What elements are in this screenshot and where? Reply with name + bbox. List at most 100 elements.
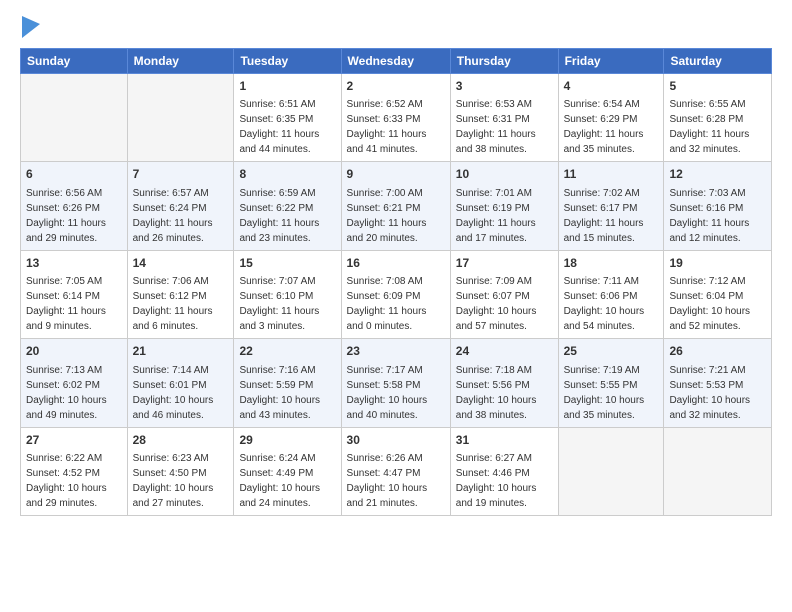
calendar-cell: 8 Sunrise: 6:59 AMSunset: 6:22 PMDaylight… bbox=[234, 162, 341, 250]
weekday-header-saturday: Saturday bbox=[664, 49, 772, 74]
day-number: 11 bbox=[564, 166, 659, 183]
calendar-cell: 11 Sunrise: 7:02 AMSunset: 6:17 PMDayligh… bbox=[558, 162, 664, 250]
day-info: Sunrise: 6:23 AMSunset: 4:50 PMDaylight:… bbox=[133, 451, 229, 511]
calendar-cell: 25 Sunrise: 7:19 AMSunset: 5:55 PMDayligh… bbox=[558, 339, 664, 427]
calendar-cell: 17 Sunrise: 7:09 AMSunset: 6:07 PMDayligh… bbox=[450, 250, 558, 338]
day-number: 2 bbox=[347, 78, 445, 95]
calendar-cell: 27 Sunrise: 6:22 AMSunset: 4:52 PMDayligh… bbox=[21, 427, 128, 515]
day-number: 31 bbox=[456, 432, 553, 449]
day-info: Sunrise: 7:16 AMSunset: 5:59 PMDaylight:… bbox=[239, 363, 335, 423]
day-number: 9 bbox=[347, 166, 445, 183]
day-info: Sunrise: 7:21 AMSunset: 5:53 PMDaylight:… bbox=[669, 363, 766, 423]
calendar-cell: 6 Sunrise: 6:56 AMSunset: 6:26 PMDaylight… bbox=[21, 162, 128, 250]
day-number: 30 bbox=[347, 432, 445, 449]
day-info: Sunrise: 6:59 AMSunset: 6:22 PMDaylight:… bbox=[239, 186, 335, 246]
calendar-cell bbox=[127, 74, 234, 162]
calendar-cell: 12 Sunrise: 7:03 AMSunset: 6:16 PMDayligh… bbox=[664, 162, 772, 250]
day-info: Sunrise: 6:22 AMSunset: 4:52 PMDaylight:… bbox=[26, 451, 122, 511]
day-info: Sunrise: 6:26 AMSunset: 4:47 PMDaylight:… bbox=[347, 451, 445, 511]
header bbox=[20, 16, 772, 38]
day-info: Sunrise: 7:09 AMSunset: 6:07 PMDaylight:… bbox=[456, 274, 553, 334]
day-info: Sunrise: 6:24 AMSunset: 4:49 PMDaylight:… bbox=[239, 451, 335, 511]
calendar-cell: 30 Sunrise: 6:26 AMSunset: 4:47 PMDayligh… bbox=[341, 427, 450, 515]
calendar-cell: 10 Sunrise: 7:01 AMSunset: 6:19 PMDayligh… bbox=[450, 162, 558, 250]
day-info: Sunrise: 6:55 AMSunset: 6:28 PMDaylight:… bbox=[669, 97, 766, 157]
day-number: 3 bbox=[456, 78, 553, 95]
day-info: Sunrise: 6:53 AMSunset: 6:31 PMDaylight:… bbox=[456, 97, 553, 157]
calendar-table: SundayMondayTuesdayWednesdayThursdayFrid… bbox=[20, 48, 772, 516]
day-number: 15 bbox=[239, 255, 335, 272]
day-number: 4 bbox=[564, 78, 659, 95]
calendar-cell: 15 Sunrise: 7:07 AMSunset: 6:10 PMDayligh… bbox=[234, 250, 341, 338]
calendar-cell: 1 Sunrise: 6:51 AMSunset: 6:35 PMDaylight… bbox=[234, 74, 341, 162]
day-info: Sunrise: 6:56 AMSunset: 6:26 PMDaylight:… bbox=[26, 186, 122, 246]
day-number: 16 bbox=[347, 255, 445, 272]
day-info: Sunrise: 6:57 AMSunset: 6:24 PMDaylight:… bbox=[133, 186, 229, 246]
calendar-cell: 26 Sunrise: 7:21 AMSunset: 5:53 PMDayligh… bbox=[664, 339, 772, 427]
day-number: 28 bbox=[133, 432, 229, 449]
calendar-cell: 13Sunrise: 7:05 AMSunset: 6:14 PMDayligh… bbox=[21, 250, 128, 338]
day-info: Sunrise: 7:08 AMSunset: 6:09 PMDaylight:… bbox=[347, 274, 445, 334]
day-number: 7 bbox=[133, 166, 229, 183]
day-number: 14 bbox=[133, 255, 229, 272]
calendar-cell bbox=[21, 74, 128, 162]
day-number: 6 bbox=[26, 166, 122, 183]
day-number: 27 bbox=[26, 432, 122, 449]
calendar-cell: 19Sunrise: 7:12 AMSunset: 6:04 PMDayligh… bbox=[664, 250, 772, 338]
day-info: Sunrise: 7:02 AMSunset: 6:17 PMDaylight:… bbox=[564, 186, 659, 246]
day-number: 8 bbox=[239, 166, 335, 183]
day-number: 13 bbox=[26, 255, 122, 272]
weekday-header-tuesday: Tuesday bbox=[234, 49, 341, 74]
day-info: Sunrise: 7:17 AMSunset: 5:58 PMDaylight:… bbox=[347, 363, 445, 423]
calendar-cell: 28 Sunrise: 6:23 AMSunset: 4:50 PMDayligh… bbox=[127, 427, 234, 515]
day-info: Sunrise: 7:14 AMSunset: 6:01 PMDaylight:… bbox=[133, 363, 229, 423]
calendar-cell: 7 Sunrise: 6:57 AMSunset: 6:24 PMDaylight… bbox=[127, 162, 234, 250]
calendar-cell: 21 Sunrise: 7:14 AMSunset: 6:01 PMDayligh… bbox=[127, 339, 234, 427]
day-info: Sunrise: 7:06 AMSunset: 6:12 PMDaylight:… bbox=[133, 274, 229, 334]
calendar-cell: 5 Sunrise: 6:55 AMSunset: 6:28 PMDaylight… bbox=[664, 74, 772, 162]
calendar-cell: 9 Sunrise: 7:00 AMSunset: 6:21 PMDaylight… bbox=[341, 162, 450, 250]
weekday-header-friday: Friday bbox=[558, 49, 664, 74]
calendar-cell: 20 Sunrise: 7:13 AMSunset: 6:02 PMDayligh… bbox=[21, 339, 128, 427]
calendar-cell bbox=[558, 427, 664, 515]
day-info: Sunrise: 6:27 AMSunset: 4:46 PMDaylight:… bbox=[456, 451, 553, 511]
day-info: Sunrise: 7:03 AMSunset: 6:16 PMDaylight:… bbox=[669, 186, 766, 246]
calendar-cell: 29Sunrise: 6:24 AMSunset: 4:49 PMDayligh… bbox=[234, 427, 341, 515]
weekday-header-sunday: Sunday bbox=[21, 49, 128, 74]
calendar-cell: 4Sunrise: 6:54 AMSunset: 6:29 PMDaylight… bbox=[558, 74, 664, 162]
day-number: 17 bbox=[456, 255, 553, 272]
logo-icon bbox=[22, 16, 40, 38]
day-number: 1 bbox=[239, 78, 335, 95]
day-info: Sunrise: 7:11 AMSunset: 6:06 PMDaylight:… bbox=[564, 274, 659, 334]
day-info: Sunrise: 7:07 AMSunset: 6:10 PMDaylight:… bbox=[239, 274, 335, 334]
day-number: 21 bbox=[133, 343, 229, 360]
day-info: Sunrise: 7:13 AMSunset: 6:02 PMDaylight:… bbox=[26, 363, 122, 423]
weekday-header-thursday: Thursday bbox=[450, 49, 558, 74]
day-number: 23 bbox=[347, 343, 445, 360]
day-number: 20 bbox=[26, 343, 122, 360]
calendar-cell bbox=[664, 427, 772, 515]
weekday-header-monday: Monday bbox=[127, 49, 234, 74]
day-number: 12 bbox=[669, 166, 766, 183]
day-info: Sunrise: 6:52 AMSunset: 6:33 PMDaylight:… bbox=[347, 97, 445, 157]
calendar-cell: 24 Sunrise: 7:18 AMSunset: 5:56 PMDayligh… bbox=[450, 339, 558, 427]
day-number: 10 bbox=[456, 166, 553, 183]
day-number: 24 bbox=[456, 343, 553, 360]
calendar-cell: 14 Sunrise: 7:06 AMSunset: 6:12 PMDayligh… bbox=[127, 250, 234, 338]
weekday-header-wednesday: Wednesday bbox=[341, 49, 450, 74]
day-info: Sunrise: 7:18 AMSunset: 5:56 PMDaylight:… bbox=[456, 363, 553, 423]
calendar-cell: 23 Sunrise: 7:17 AMSunset: 5:58 PMDayligh… bbox=[341, 339, 450, 427]
day-info: Sunrise: 6:51 AMSunset: 6:35 PMDaylight:… bbox=[239, 97, 335, 157]
calendar-cell: 2 Sunrise: 6:52 AMSunset: 6:33 PMDaylight… bbox=[341, 74, 450, 162]
day-number: 18 bbox=[564, 255, 659, 272]
day-info: Sunrise: 7:01 AMSunset: 6:19 PMDaylight:… bbox=[456, 186, 553, 246]
page: SundayMondayTuesdayWednesdayThursdayFrid… bbox=[0, 0, 792, 612]
day-number: 22 bbox=[239, 343, 335, 360]
calendar-cell: 3 Sunrise: 6:53 AMSunset: 6:31 PMDaylight… bbox=[450, 74, 558, 162]
day-info: Sunrise: 7:00 AMSunset: 6:21 PMDaylight:… bbox=[347, 186, 445, 246]
calendar-cell: 22 Sunrise: 7:16 AMSunset: 5:59 PMDayligh… bbox=[234, 339, 341, 427]
day-number: 26 bbox=[669, 343, 766, 360]
day-number: 25 bbox=[564, 343, 659, 360]
day-number: 5 bbox=[669, 78, 766, 95]
day-info: Sunrise: 7:19 AMSunset: 5:55 PMDaylight:… bbox=[564, 363, 659, 423]
